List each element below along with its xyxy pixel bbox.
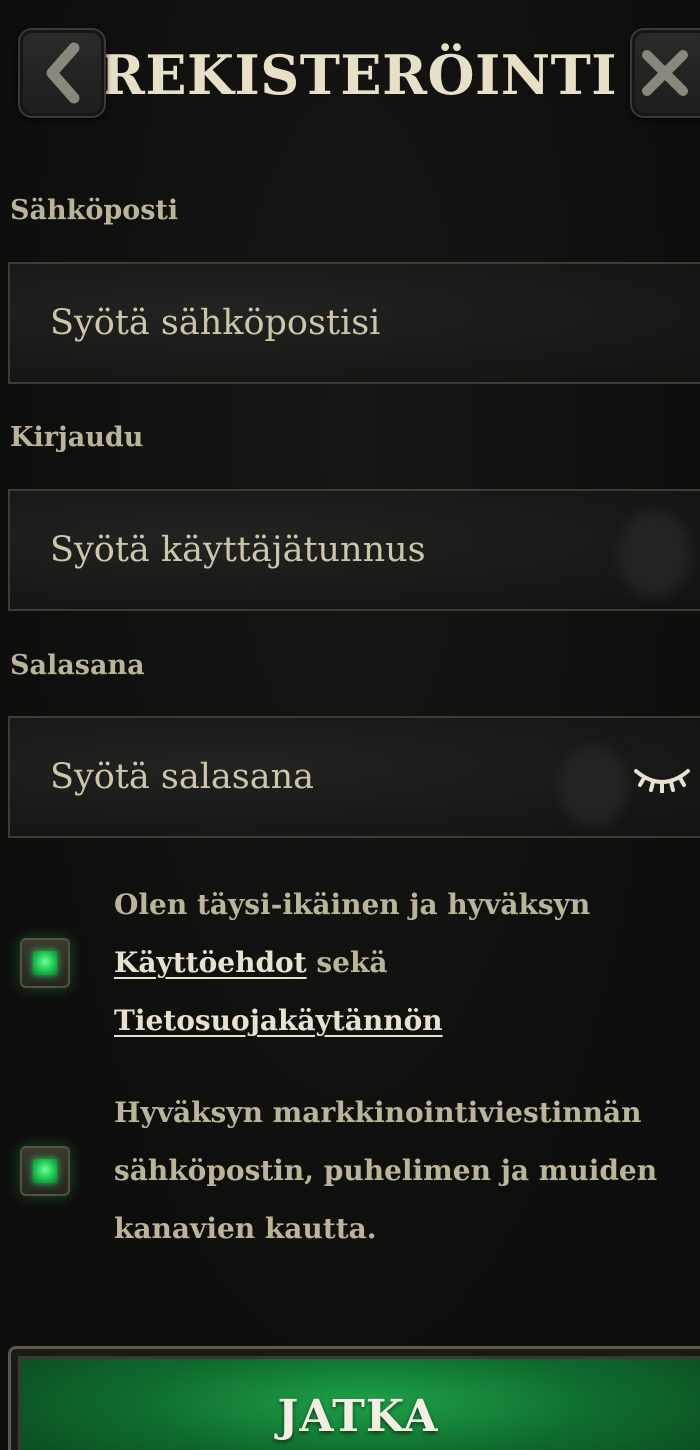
password-field[interactable] xyxy=(50,718,610,836)
terms-consent-text: Olen täysi-ikäinen ja hyväksyn Käyttöehd… xyxy=(114,876,684,1050)
password-field-container xyxy=(8,716,700,838)
registration-screen: REKISTERÖINTI 1/2 Sähköposti Kirjaudu Sa… xyxy=(0,0,700,1450)
chevron-left-icon xyxy=(46,42,80,104)
close-icon xyxy=(642,50,688,96)
email-label: Sähköposti xyxy=(10,195,179,226)
checkmark-indicator xyxy=(33,1159,57,1183)
username-label: Kirjaudu xyxy=(10,422,144,453)
marketing-checkbox[interactable] xyxy=(20,1146,70,1196)
back-button[interactable] xyxy=(18,28,106,118)
continue-button-label: JATKA xyxy=(277,1391,439,1442)
terms-text-before: Olen täysi-ikäinen ja hyväksyn xyxy=(114,888,591,921)
email-field-container xyxy=(8,262,700,384)
username-field[interactable] xyxy=(50,491,610,609)
continue-button[interactable]: JATKA xyxy=(8,1346,700,1450)
smudge-decoration xyxy=(558,746,628,826)
page-title: REKISTERÖINTI 1/2 xyxy=(100,43,700,107)
password-label: Salasana xyxy=(10,650,145,681)
email-field[interactable] xyxy=(50,264,610,382)
password-visibility-toggle[interactable] xyxy=(622,758,700,798)
terms-text-middle: sekä xyxy=(306,946,388,979)
terms-link[interactable]: Käyttöehdot xyxy=(114,946,307,979)
privacy-policy-link[interactable]: Tietosuojakäytännön xyxy=(114,1004,443,1037)
checkmark-indicator xyxy=(33,951,57,975)
eye-closed-icon xyxy=(634,769,690,793)
close-button[interactable] xyxy=(630,28,700,118)
username-field-container xyxy=(8,489,700,611)
marketing-consent-text: Hyväksyn markkinointiviestinnän sähköpos… xyxy=(114,1096,658,1245)
smudge-decoration xyxy=(618,511,690,597)
terms-checkbox[interactable] xyxy=(20,938,70,988)
